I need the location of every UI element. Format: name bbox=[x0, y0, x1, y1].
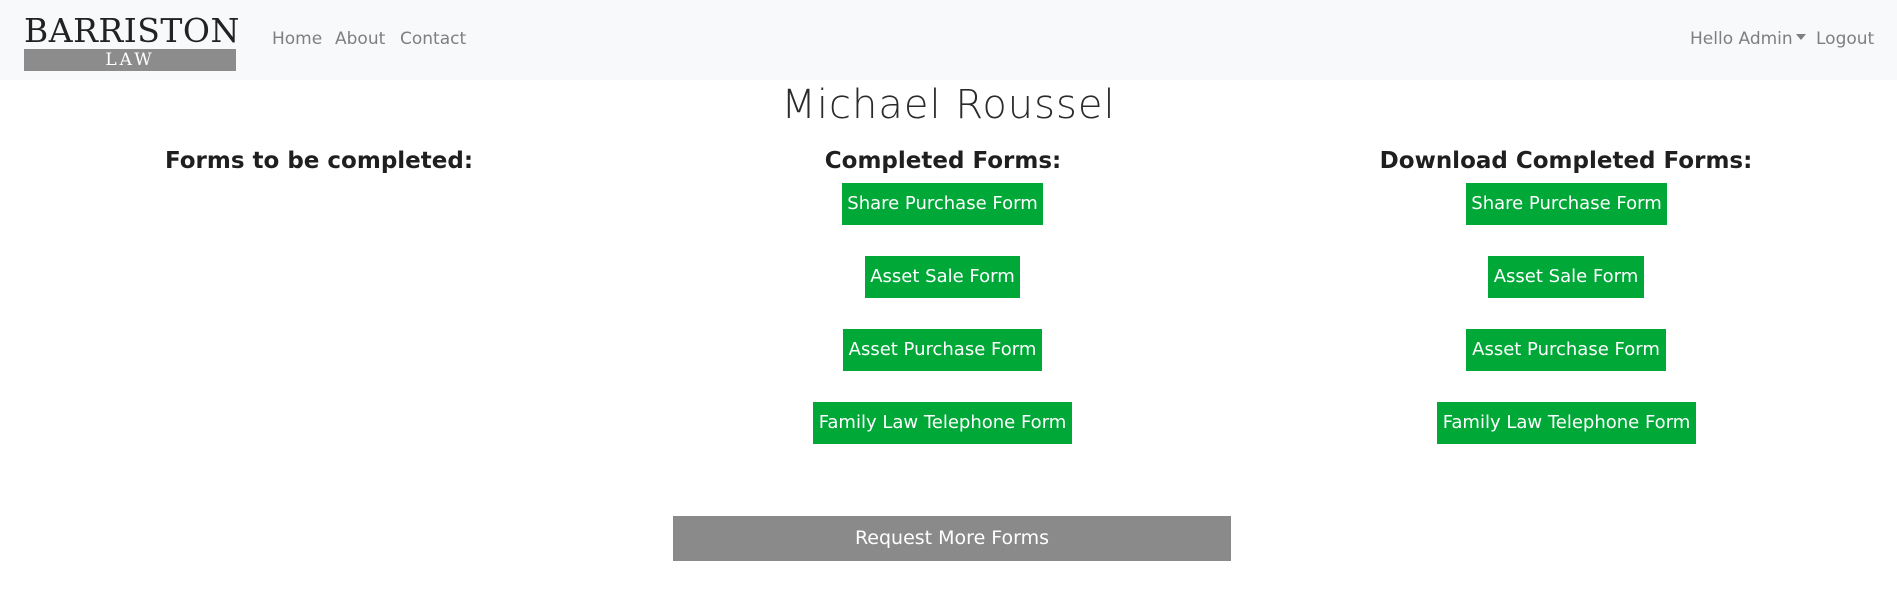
completed-forms-heading: Completed Forms: bbox=[824, 148, 1062, 174]
user-menu-dropdown[interactable]: Hello Admin bbox=[1690, 28, 1806, 50]
download-asset-sale-form-button[interactable]: Asset Sale Form bbox=[1488, 256, 1644, 298]
completed-asset-sale-form-button[interactable]: Asset Sale Form bbox=[865, 256, 1020, 298]
logo-wordmark: BARRISTON bbox=[24, 11, 240, 50]
request-more-forms-button[interactable]: Request More Forms bbox=[673, 516, 1231, 561]
nav-home-link[interactable]: Home bbox=[272, 28, 322, 50]
download-asset-purchase-form-button[interactable]: Asset Purchase Form bbox=[1466, 329, 1666, 371]
completed-family-law-telephone-form-button[interactable]: Family Law Telephone Form bbox=[813, 402, 1072, 444]
download-family-law-telephone-form-button[interactable]: Family Law Telephone Form bbox=[1437, 402, 1696, 444]
barriston-law-logo[interactable]: BARRISTON LAW bbox=[24, 11, 240, 72]
caret-down-icon bbox=[1795, 34, 1806, 40]
completed-asset-purchase-form-button[interactable]: Asset Purchase Form bbox=[843, 329, 1042, 371]
completed-share-purchase-form-button[interactable]: Share Purchase Form bbox=[842, 183, 1043, 225]
user-menu-label: Hello Admin bbox=[1690, 29, 1793, 49]
download-completed-forms-heading: Download Completed Forms: bbox=[1379, 148, 1753, 174]
forms-to-complete-heading: Forms to be completed: bbox=[164, 148, 474, 174]
navbar: BARRISTON LAW Home About Contact Hello A… bbox=[0, 0, 1897, 80]
client-name-heading: Michael Roussel bbox=[781, 82, 1116, 128]
nav-about-link[interactable]: About bbox=[335, 28, 385, 50]
logo-subtitle: LAW bbox=[24, 49, 236, 71]
nav-contact-link[interactable]: Contact bbox=[400, 28, 466, 50]
logout-link[interactable]: Logout bbox=[1816, 28, 1874, 50]
download-share-purchase-form-button[interactable]: Share Purchase Form bbox=[1466, 183, 1667, 225]
